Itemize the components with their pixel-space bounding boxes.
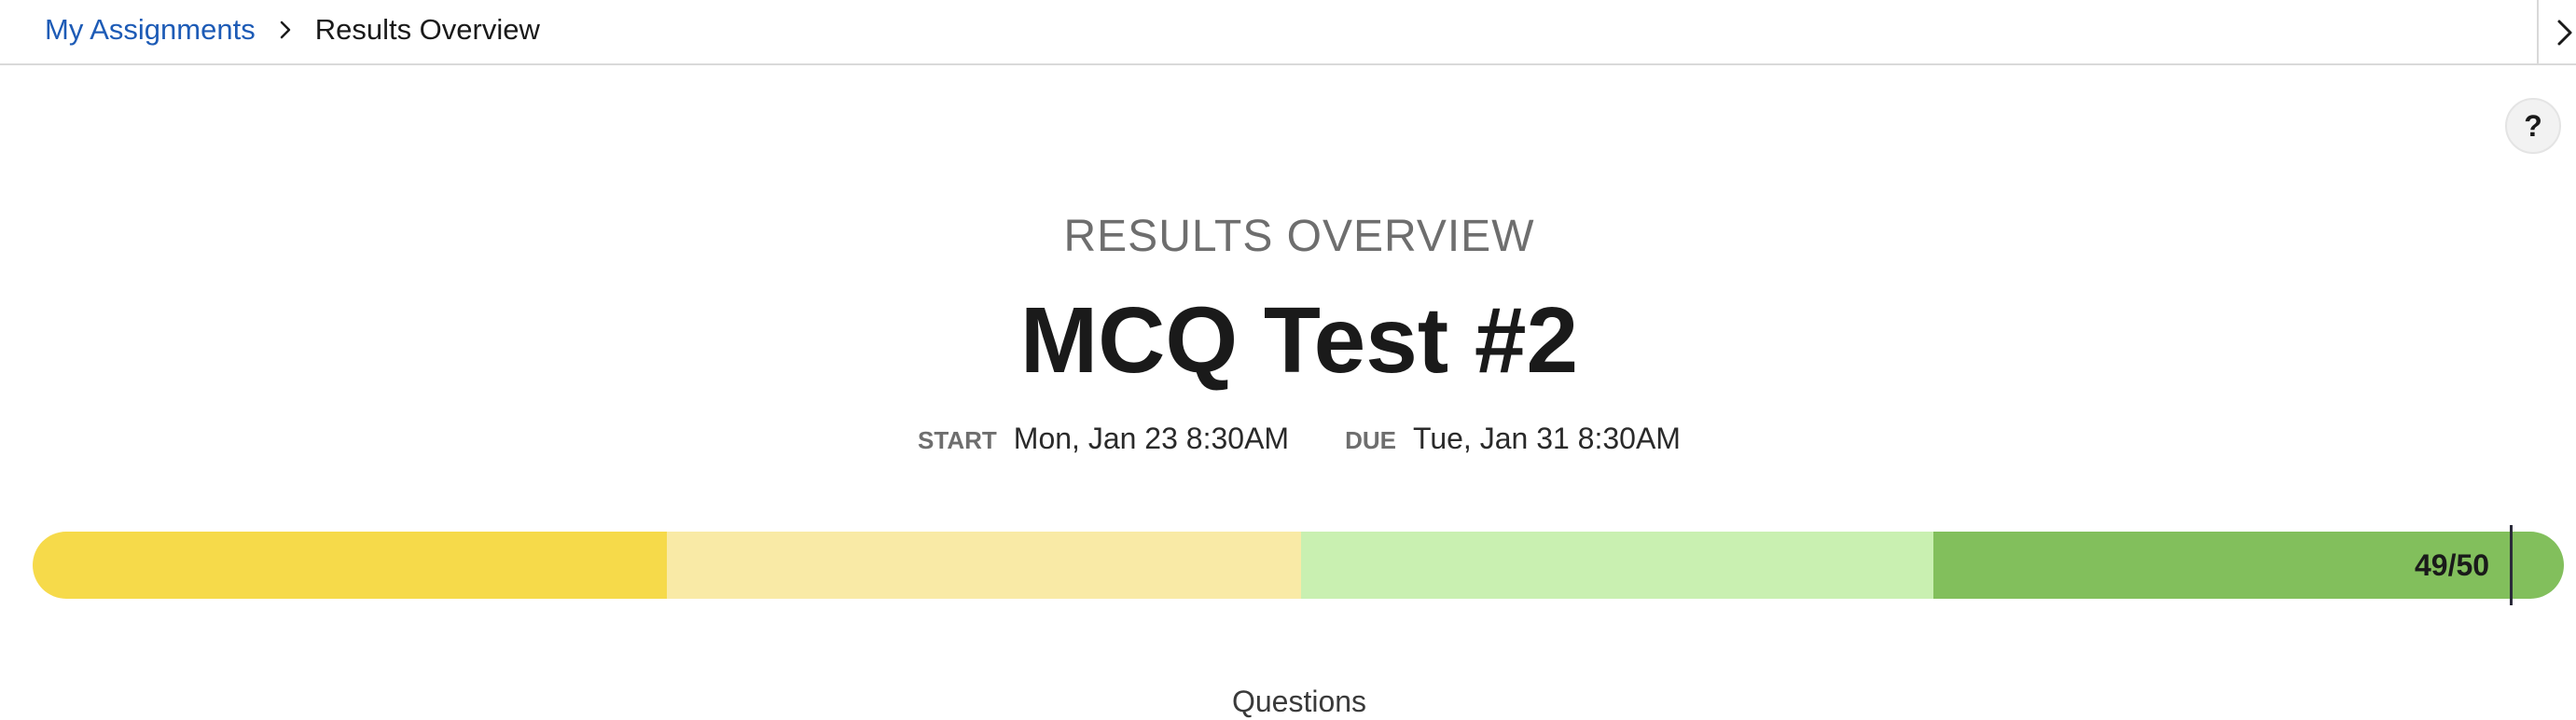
chevron-right-icon [2557, 20, 2572, 46]
score-band-2 [667, 532, 1301, 599]
section-label: RESULTS OVERVIEW [1063, 212, 1535, 261]
start-date-value: Mon, Jan 23 8:30AM [1013, 422, 1290, 455]
breadcrumb-current: Results Overview [314, 13, 540, 46]
chevron-right-icon [256, 11, 315, 48]
due-date-label: DUE [1345, 426, 1396, 454]
assignment-dates: START Mon, Jan 23 8:30AM DUE Tue, Jan 31… [0, 422, 2576, 456]
score-band-1 [33, 532, 667, 599]
score-label: 49/50 [2415, 548, 2490, 582]
page-title: MCQ Test #2 [1019, 288, 1579, 393]
start-date: START Mon, Jan 23 8:30AM [918, 422, 1289, 456]
score-progress-bar [33, 532, 2564, 599]
breadcrumb: My Assignments Results Overview [45, 11, 540, 48]
help-button[interactable]: ? [2505, 98, 2561, 154]
score-band-3 [1301, 532, 1933, 599]
start-date-label: START [918, 426, 997, 454]
due-date: DUE Tue, Jan 31 8:30AM [1345, 422, 1681, 456]
score-marker [2510, 525, 2513, 605]
due-date-value: Tue, Jan 31 8:30AM [1412, 422, 1681, 455]
top-bar: My Assignments Results Overview [0, 0, 2576, 65]
collapse-panel-button[interactable] [2537, 0, 2576, 65]
questions-heading: Questions [1231, 685, 1367, 718]
breadcrumb-link-my-assignments[interactable]: My Assignments [45, 13, 256, 47]
